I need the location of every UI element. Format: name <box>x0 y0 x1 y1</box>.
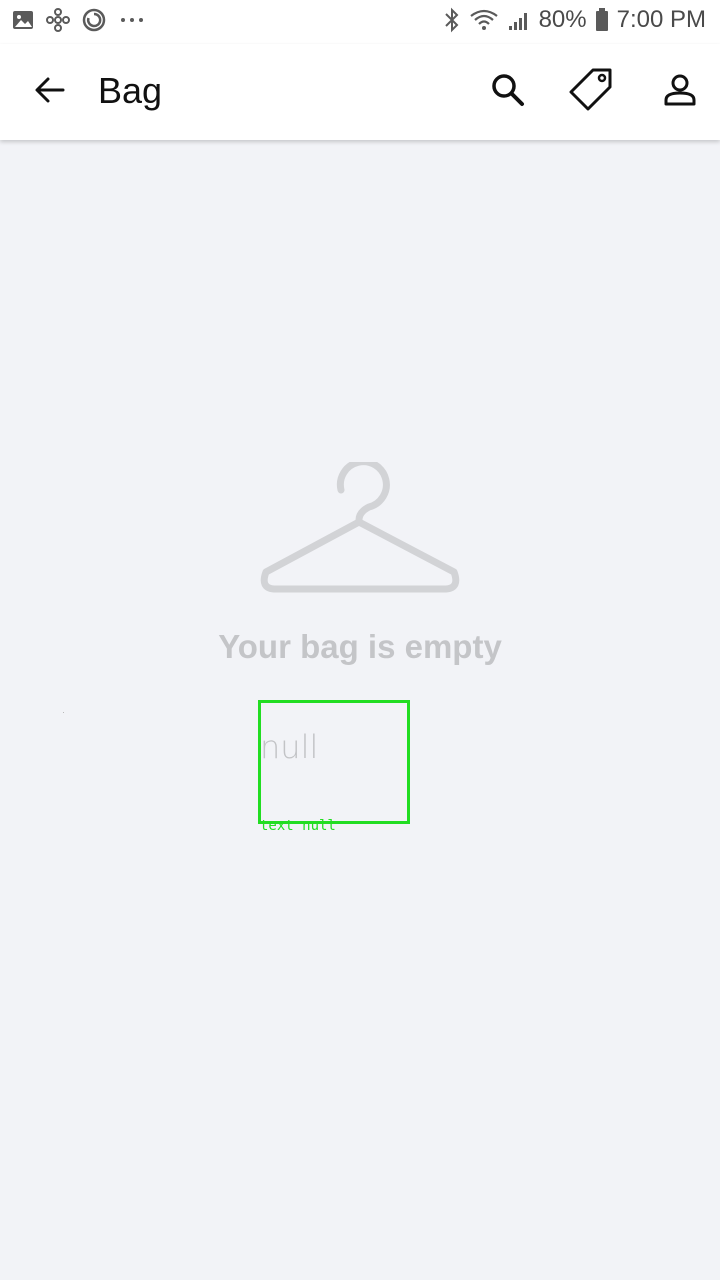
search-button[interactable] <box>482 66 534 118</box>
debug-bounding-box <box>258 700 410 824</box>
back-button[interactable] <box>26 68 74 116</box>
app-bar: Bag <box>0 44 720 140</box>
more-dots-icon <box>118 8 146 32</box>
tag-icon <box>569 67 615 118</box>
offers-button[interactable] <box>566 66 618 118</box>
status-bar: 80% 7:00 PM <box>0 0 720 44</box>
pinwheel-icon <box>46 8 70 32</box>
stray-dot <box>63 712 64 713</box>
hanger-icon <box>256 458 464 598</box>
wifi-icon <box>469 8 499 32</box>
signal-icon <box>507 8 531 32</box>
account-icon <box>663 73 697 112</box>
sync-icon <box>82 8 106 32</box>
back-arrow-icon <box>33 75 67 110</box>
battery-percent: 80% <box>538 6 587 33</box>
empty-bag-message: Your bag is empty <box>218 628 502 665</box>
status-right-icons: 80% 7:00 PM <box>443 6 706 34</box>
status-left-icons <box>12 8 146 32</box>
debug-label: text null <box>260 818 336 834</box>
battery-icon <box>595 7 609 33</box>
gallery-icon <box>12 9 34 31</box>
account-button[interactable] <box>654 66 706 118</box>
status-time: 7:00 PM <box>616 6 706 33</box>
search-icon <box>490 72 526 113</box>
page-title: Bag <box>98 70 163 111</box>
bluetooth-icon <box>443 7 461 33</box>
